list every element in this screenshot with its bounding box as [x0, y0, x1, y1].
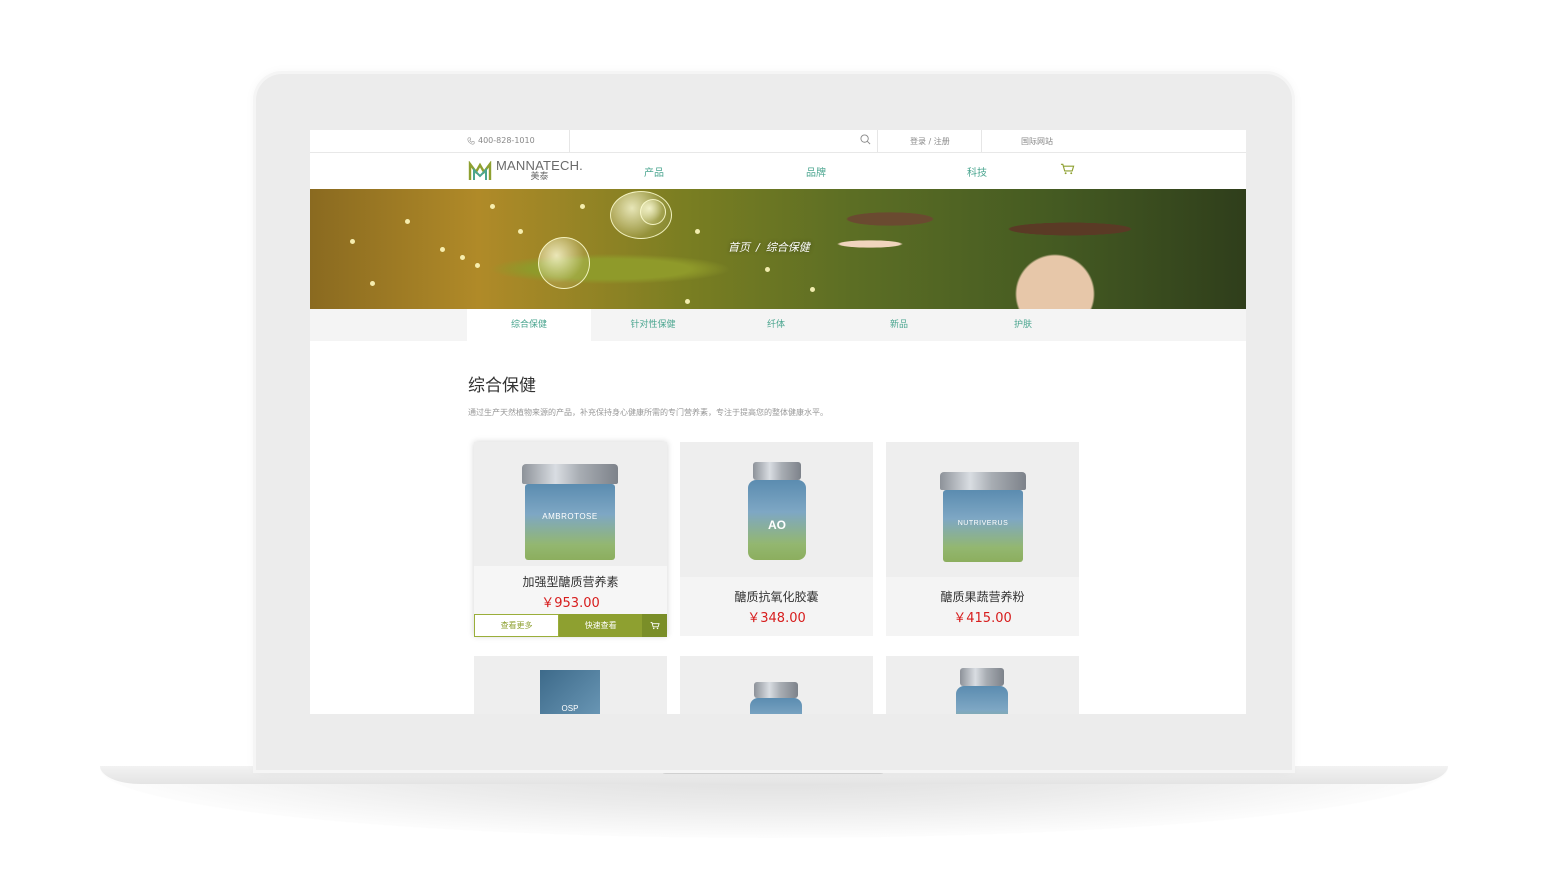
nav-item-products[interactable]: 产品	[644, 164, 664, 179]
product-image[interactable]: NUTRIVERUS	[886, 442, 1079, 577]
product-card[interactable]: AMBROTOSE 加强型醣质营养素 ￥953.00 查看更多 快速查看	[474, 442, 667, 637]
product-image[interactable]: OSP	[474, 656, 667, 714]
product-box-image: OSP	[540, 670, 600, 714]
divider	[569, 130, 570, 152]
bubble-dot	[405, 219, 410, 224]
bubble	[640, 199, 666, 225]
international-site-link[interactable]: 国际网站	[1021, 136, 1053, 147]
tab-general-health[interactable]: 综合保健	[467, 309, 591, 341]
nav-item-technology[interactable]: 科技	[967, 164, 987, 179]
login-register-link[interactable]: 登录 / 注册	[910, 136, 950, 147]
product-label: AO	[768, 518, 786, 532]
bubble-dot	[460, 255, 465, 260]
logo-m-icon	[468, 160, 492, 180]
breadcrumb: 首页 / 综合保健	[728, 239, 810, 255]
bubble-dot	[695, 229, 700, 234]
product-price: ￥348.00	[747, 611, 806, 626]
main-nav: MANNATECH. 美泰 产品 品牌 科技	[310, 153, 1246, 189]
product-image[interactable]: AMBROTOSE	[474, 442, 667, 566]
bubble	[538, 237, 590, 289]
cart-icon[interactable]	[1060, 162, 1075, 176]
product-price: ￥953.00	[541, 596, 600, 611]
bubble-dot	[350, 239, 355, 244]
top-utility-bar: 400-828-1010 登录 / 注册 国际网站	[310, 130, 1246, 153]
product-name[interactable]: 醣质抗氧化胶囊	[680, 588, 873, 605]
product-bottle-image: AO	[748, 462, 806, 560]
tab-skincare[interactable]: 护肤	[961, 309, 1085, 341]
bubble-dot	[810, 287, 815, 292]
view-more-button[interactable]: 查看更多	[474, 614, 560, 637]
phone-number: 400-828-1010	[478, 136, 535, 145]
product-label: AMBROTOSE	[542, 512, 598, 521]
hero-banner: 首页 / 综合保健	[310, 189, 1246, 309]
breadcrumb-home[interactable]: 首页	[728, 241, 750, 254]
product-price: ￥415.00	[953, 611, 1012, 626]
product-bottle-image	[750, 682, 802, 714]
bubble-dot	[440, 247, 445, 252]
product-label: NUTRIVERUS	[957, 520, 1009, 527]
product-label: OSP	[561, 704, 579, 713]
product-card[interactable]	[680, 656, 873, 714]
bubble-dot	[685, 299, 690, 304]
logo-brand: MANNATECH.	[496, 158, 583, 173]
tab-targeted-health[interactable]: 针对性保健	[591, 309, 715, 341]
product-jar-image: NUTRIVERUS	[940, 472, 1026, 562]
product-jar-image: AMBROTOSE	[522, 464, 618, 560]
divider	[981, 130, 982, 152]
breadcrumb-current: 综合保健	[765, 241, 810, 254]
product-actions: 查看更多 快速查看	[474, 614, 667, 637]
product-bottle-image	[956, 668, 1008, 714]
breadcrumb-separator: /	[756, 241, 760, 254]
product-image[interactable]: AO	[680, 442, 873, 577]
product-card[interactable]: AO 醣质抗氧化胶囊 ￥348.00	[680, 442, 873, 636]
product-image[interactable]	[680, 656, 873, 714]
phone-contact: 400-828-1010	[467, 136, 535, 145]
browser-screen: 400-828-1010 登录 / 注册 国际网站 MANNATECH. 美泰 …	[310, 130, 1246, 714]
logo-cn: 美泰	[530, 172, 549, 182]
product-card[interactable]: OSP	[474, 656, 667, 714]
tab-new[interactable]: 新品	[837, 309, 961, 341]
cart-icon	[650, 621, 660, 630]
bubble-dot	[490, 204, 495, 209]
bubble-dot	[580, 204, 585, 209]
divider	[877, 130, 878, 152]
search-icon[interactable]	[860, 134, 871, 145]
add-to-cart-button[interactable]	[642, 614, 667, 637]
section-title: 综合保健	[468, 376, 536, 396]
tab-slimming[interactable]: 纤体	[714, 309, 838, 341]
bubble-dot	[518, 229, 523, 234]
product-name[interactable]: 加强型醣质营养素	[474, 573, 667, 590]
nav-item-brand[interactable]: 品牌	[806, 164, 826, 179]
product-card[interactable]: NUTRIVERUS 醣质果蔬营养粉 ￥415.00	[886, 442, 1079, 636]
category-tabs: 综合保健 针对性保健 纤体 新品 护肤	[310, 309, 1246, 341]
phone-icon	[467, 136, 475, 145]
bubble-dot	[475, 263, 480, 268]
product-name[interactable]: 醣质果蔬营养粉	[886, 588, 1079, 605]
quick-view-button[interactable]: 快速查看	[559, 614, 643, 637]
mannatech-logo[interactable]: MANNATECH. 美泰	[468, 159, 583, 182]
product-image[interactable]	[886, 656, 1079, 714]
product-card[interactable]	[886, 656, 1079, 714]
bubble-dot	[765, 267, 770, 272]
section-description: 通过生产天然植物来源的产品，补充保持身心健康所需的专门营养素，专注于提高您的整体…	[468, 408, 828, 417]
bubble-dot	[370, 281, 375, 286]
